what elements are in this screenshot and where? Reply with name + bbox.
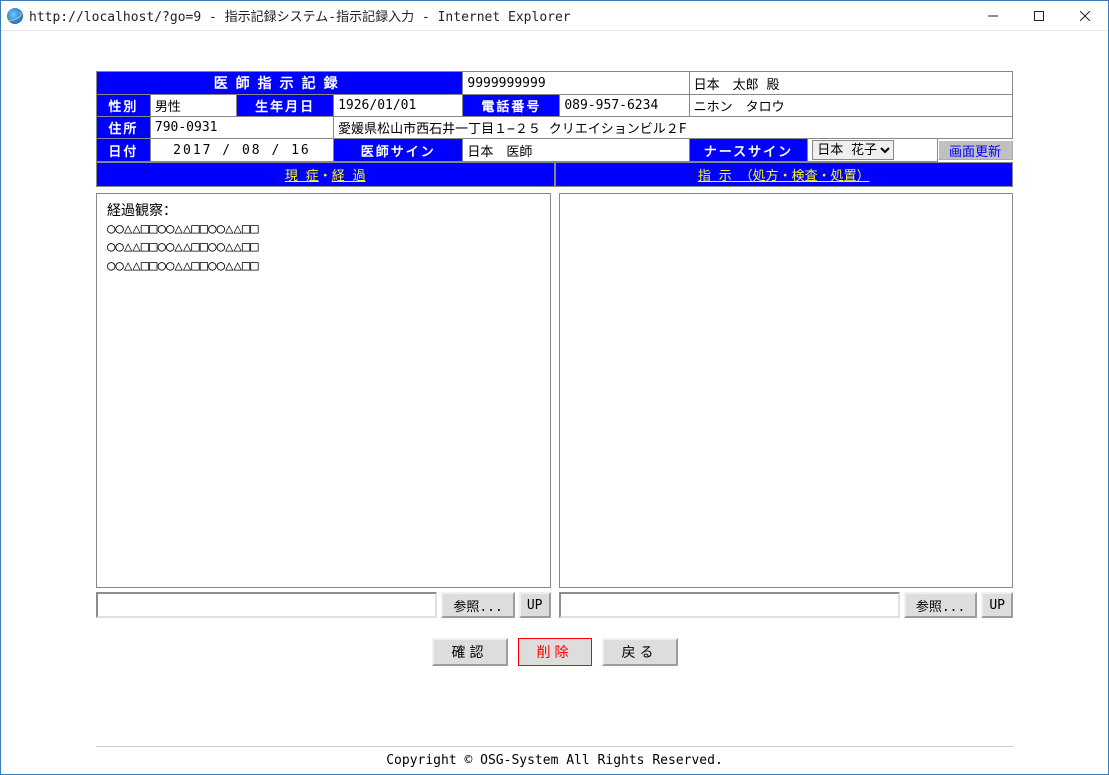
record-title: 医師指示記録: [97, 72, 463, 95]
phone-label: 電話番号: [463, 95, 560, 117]
left-browse-button[interactable]: 参照...: [441, 592, 514, 618]
right-section-header: 指 示 （処方・検査・処置）: [555, 162, 1014, 187]
close-button[interactable]: [1062, 1, 1108, 30]
left-panel: 経過観察： ○○△△□□○○△△□□○○△△□□ ○○△△□□○○△△□□○○△…: [96, 193, 551, 618]
gender-label: 性別: [97, 95, 151, 117]
copyright-footer: Copyright © OSG-System All Rights Reserv…: [96, 746, 1013, 774]
date-value[interactable]: 2017 / 08 / 16: [150, 139, 333, 162]
symptom-link[interactable]: 現 症: [285, 169, 319, 184]
left-textarea[interactable]: 経過観察： ○○△△□□○○△△□□○○△△□□ ○○△△□□○○△△□□○○△…: [96, 193, 551, 588]
date-label: 日付: [97, 139, 151, 162]
dob-value: 1926/01/01: [334, 95, 463, 117]
address-value: 愛媛県松山市西石井一丁目１−２５ クリエイションビル２F: [334, 117, 1013, 139]
doctor-sign-label: 医師サイン: [334, 139, 463, 162]
window-title: http://localhost/?go=9 - 指示記録システム-指示記録入力…: [29, 6, 970, 25]
right-browse-button[interactable]: 参照...: [904, 592, 977, 618]
gender-value: 男性: [150, 95, 236, 117]
left-up-button[interactable]: UP: [519, 592, 551, 618]
refresh-cell: 画面更新: [937, 139, 1012, 162]
right-up-button[interactable]: UP: [981, 592, 1013, 618]
postal-code: 790-0931: [150, 117, 333, 139]
address-label: 住所: [97, 117, 151, 139]
phone-value: 089-957-6234: [560, 95, 689, 117]
back-button[interactable]: 戻る: [602, 638, 678, 666]
delete-button[interactable]: 削除: [518, 638, 592, 666]
window-controls: [970, 1, 1108, 30]
right-panel: 参照... UP: [559, 193, 1014, 618]
maximize-button[interactable]: [1016, 1, 1062, 30]
nurse-sign-label: ナースサイン: [689, 139, 808, 162]
titlebar: http://localhost/?go=9 - 指示記録システム-指示記録入力…: [1, 1, 1108, 31]
patient-id: 9999999999: [463, 72, 689, 95]
doctor-sign-value: 日本 医師: [463, 139, 689, 162]
nurse-sign-cell: 日本 花子: [808, 139, 937, 162]
page-content: 医師指示記録 9999999999 日本 太郎 殿 性別 男性 生年月日 192…: [1, 31, 1108, 774]
left-file-field[interactable]: [96, 592, 437, 618]
progress-link[interactable]: 経 過: [332, 169, 366, 184]
panels: 経過観察： ○○△△□□○○△△□□○○△△□□ ○○△△□□○○△△□□○○△…: [96, 193, 1013, 618]
dob-label: 生年月日: [237, 95, 334, 117]
section-headers: 現 症・経 過 指 示 （処方・検査・処置）: [96, 162, 1013, 187]
left-upload-row: 参照... UP: [96, 592, 551, 618]
instruction-link[interactable]: 指 示 （処方・検査・処置）: [698, 169, 870, 184]
nurse-sign-select[interactable]: 日本 花子: [812, 140, 894, 160]
ie-icon: [7, 8, 23, 24]
action-row: 確認 削除 戻る: [96, 638, 1013, 666]
patient-kana: ニホン タロウ: [689, 95, 1012, 117]
refresh-button[interactable]: 画面更新: [938, 140, 1013, 160]
right-textarea[interactable]: [559, 193, 1014, 588]
right-upload-row: 参照... UP: [559, 592, 1014, 618]
patient-name: 日本 太郎 殿: [689, 72, 1012, 95]
confirm-button[interactable]: 確認: [432, 638, 508, 666]
left-section-header: 現 症・経 過: [96, 162, 555, 187]
right-file-field[interactable]: [559, 592, 900, 618]
minimize-button[interactable]: [970, 1, 1016, 30]
app-window: http://localhost/?go=9 - 指示記録システム-指示記録入力…: [0, 0, 1109, 775]
patient-header: 医師指示記録 9999999999 日本 太郎 殿 性別 男性 生年月日 192…: [96, 71, 1013, 162]
